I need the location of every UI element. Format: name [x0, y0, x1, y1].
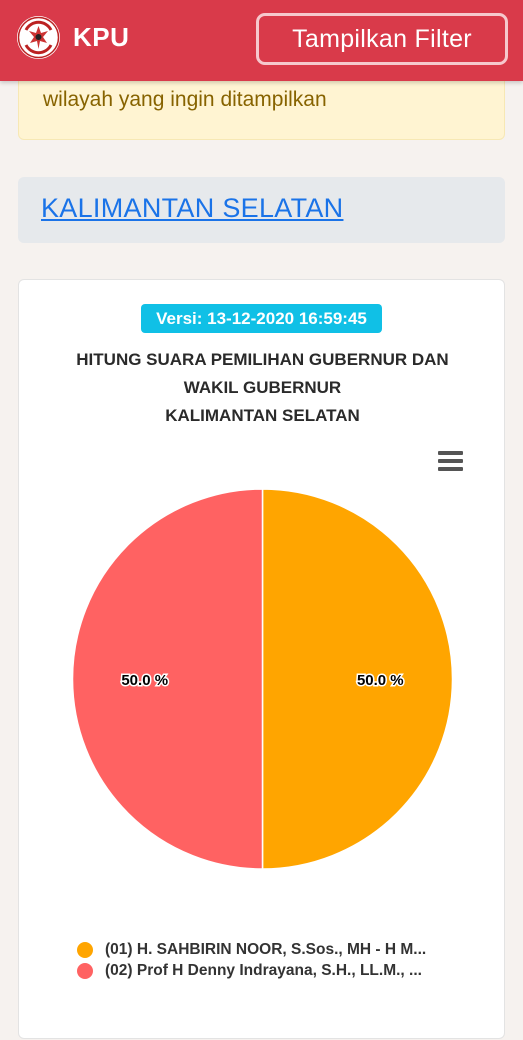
kpu-logo[interactable]	[17, 16, 60, 59]
alert-text: wilayah yang ingin ditampilkan	[43, 88, 327, 111]
legend-item[interactable]: (02) Prof H Denny Indrayana, S.H., LL.M.…	[77, 961, 487, 982]
chart-legend: (01) H. SAHBIRIN NOOR, S.Sos., MH - H M.…	[77, 940, 487, 982]
region-header: KALIMANTAN SELATAN	[18, 177, 505, 243]
region-link[interactable]: KALIMANTAN SELATAN	[41, 193, 343, 224]
top-navbar: KPU Tampilkan Filter	[0, 0, 523, 81]
brand-name[interactable]: KPU	[73, 22, 129, 53]
kpu-emblem-icon	[17, 16, 60, 59]
chart-card: Versi: 13-12-2020 16:59:45 HITUNG SUARA …	[18, 279, 505, 1039]
pie-data-label-2: 50.0 %	[121, 672, 168, 689]
legend-dot-series-2	[77, 963, 93, 979]
legend-dot-series-1	[77, 942, 93, 958]
pie-data-label-1: 50.0 %	[357, 672, 404, 689]
pie-chart: 50.0 % 50.0 %	[71, 488, 454, 870]
legend-label: (02) Prof H Denny Indrayana, S.H., LL.M.…	[105, 962, 422, 979]
show-filter-button[interactable]: Tampilkan Filter	[256, 13, 508, 65]
legend-label: (01) H. SAHBIRIN NOOR, S.Sos., MH - H M.…	[105, 941, 427, 958]
legend-item[interactable]: (01) H. SAHBIRIN NOOR, S.Sos., MH - H M.…	[77, 940, 487, 961]
